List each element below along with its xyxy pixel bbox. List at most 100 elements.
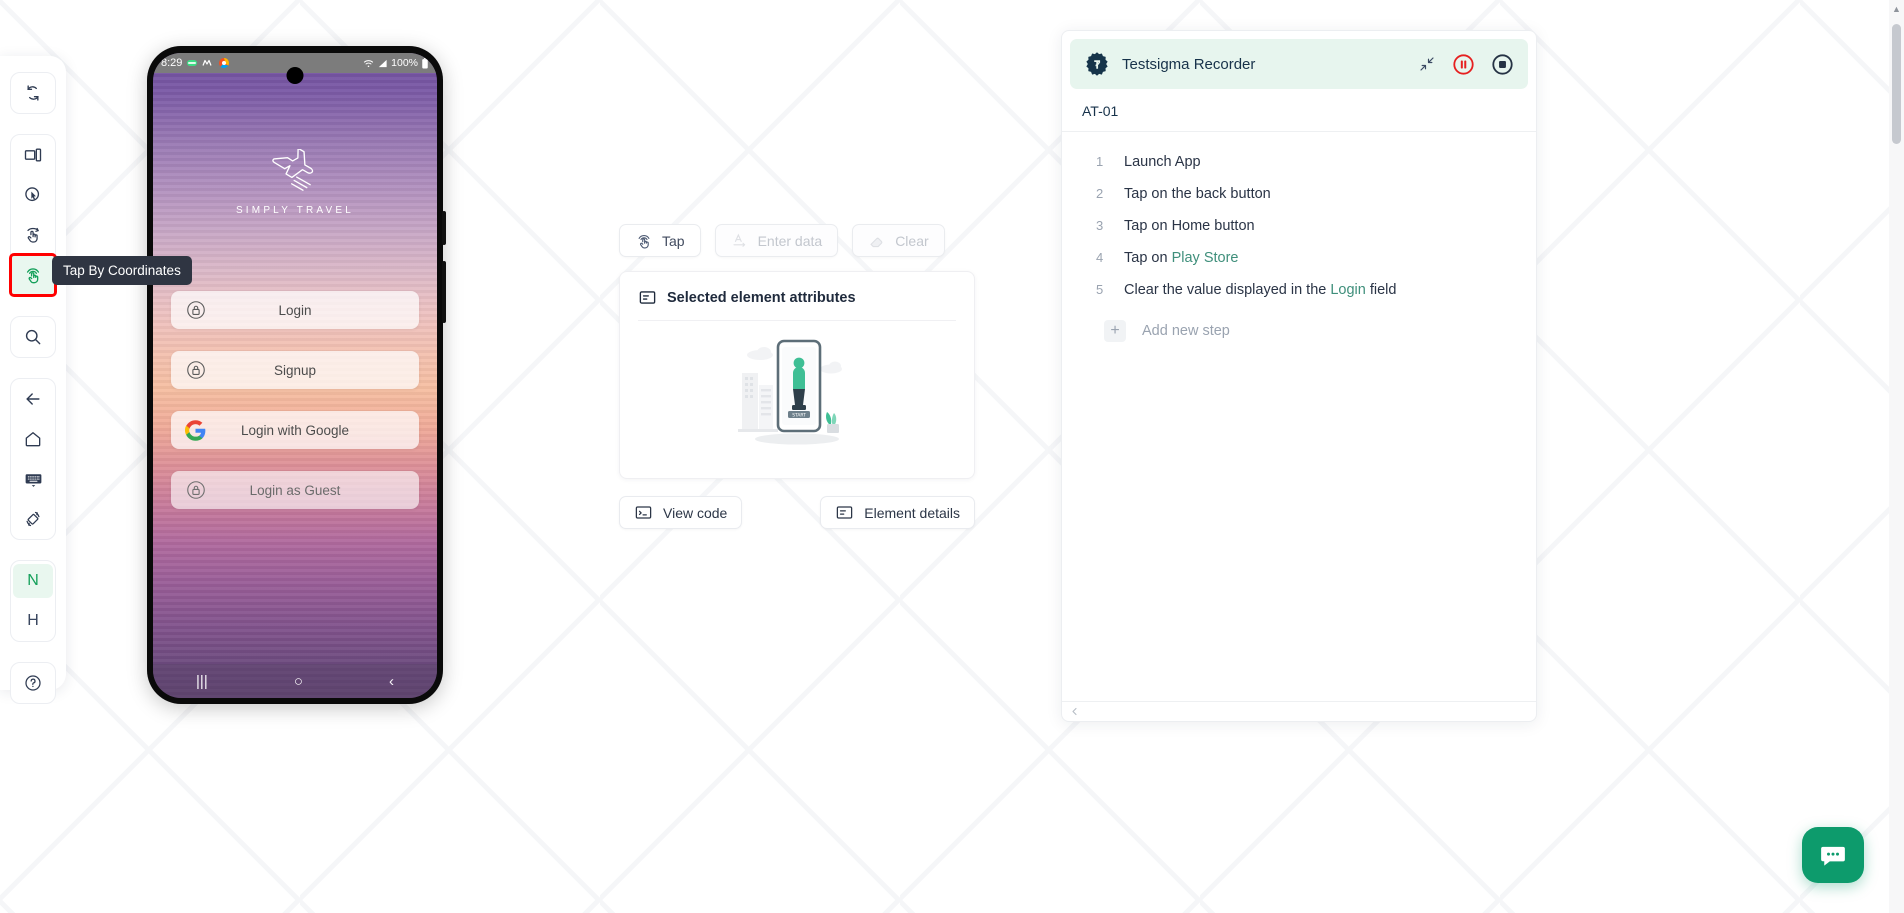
hybrid-toggle[interactable]: H xyxy=(11,601,55,641)
tap-action-button[interactable]: Tap xyxy=(619,224,701,257)
attributes-card-header: Selected element attributes xyxy=(638,272,956,321)
step-text: Tap on the back button xyxy=(1124,186,1271,202)
notification-icon-2 xyxy=(202,59,212,66)
pause-icon[interactable] xyxy=(1452,53,1475,76)
app-logo: SIMPLY TRAVEL xyxy=(153,149,437,216)
rotate-icon[interactable] xyxy=(11,499,55,539)
step-number: 1 xyxy=(1096,154,1104,169)
rail-group-context-toggle: N H xyxy=(10,560,56,642)
app-button-signup-label: Signup xyxy=(273,362,317,378)
step-text-highlight: Play Store xyxy=(1171,250,1239,266)
app-button-login[interactable]: Login xyxy=(171,291,419,329)
stop-icon[interactable] xyxy=(1491,53,1514,76)
selected-element-attributes-card: Selected element attributes START xyxy=(619,271,975,479)
refresh-icon[interactable] xyxy=(11,73,55,113)
tap-action-label: Tap xyxy=(662,232,685,249)
scroll-up-arrow[interactable]: ▲ xyxy=(1892,0,1901,18)
recents-button[interactable]: ||| xyxy=(196,673,208,690)
enter-data-action-button[interactable]: Enter data xyxy=(714,224,839,257)
swipe-icon[interactable] xyxy=(11,215,55,255)
device-screen-icon[interactable] xyxy=(11,135,55,175)
mobile-testing-illustration: START xyxy=(620,321,974,449)
step-text-plain: Tap on xyxy=(1124,250,1172,266)
step-text-tail: field xyxy=(1365,282,1397,298)
table-row[interactable]: 1 Launch App xyxy=(1062,146,1536,178)
app-login-buttons: Login Signup Login with Google Login as … xyxy=(171,291,419,509)
tap-by-coordinates-icon[interactable] xyxy=(9,253,57,297)
rail-group-interactions xyxy=(9,134,57,297)
step-text: Launch App xyxy=(1124,154,1201,170)
clear-action-button[interactable]: Clear xyxy=(852,224,945,257)
app-button-login-google[interactable]: Login with Google xyxy=(171,411,419,449)
attributes-card-title: Selected element attributes xyxy=(667,289,856,306)
rail-group-refresh xyxy=(10,72,56,114)
step-number: 2 xyxy=(1096,186,1104,201)
keyboard-icon[interactable] xyxy=(11,459,55,499)
page-scrollbar[interactable]: ▲ xyxy=(1889,0,1904,913)
details-icon xyxy=(837,506,853,519)
chat-button[interactable] xyxy=(1802,827,1864,883)
recorder-title: Testsigma Recorder xyxy=(1122,55,1256,73)
app-button-login-guest-label: Login as Guest xyxy=(249,482,341,498)
chat-icon xyxy=(1821,846,1845,866)
back-icon[interactable] xyxy=(11,379,55,419)
search-icon[interactable] xyxy=(11,317,55,357)
step-number: 3 xyxy=(1096,218,1104,233)
recorder-footer-scrollbar[interactable] xyxy=(1062,701,1536,721)
element-details-label: Element details xyxy=(864,504,960,521)
element-details-button[interactable]: Element details xyxy=(820,496,975,529)
test-case-name: AT-01 xyxy=(1062,89,1536,132)
home-button[interactable]: ○ xyxy=(294,673,303,690)
table-row[interactable]: 5 Clear the value displayed in the Login… xyxy=(1062,274,1536,306)
collapse-icon[interactable] xyxy=(1418,55,1436,73)
battery-percent: 100% xyxy=(391,57,418,69)
notification-icon-3 xyxy=(219,58,230,69)
enter-data-action-label: Enter data xyxy=(757,232,823,249)
wifi-icon xyxy=(364,59,374,67)
rail-group-device-keys xyxy=(10,378,56,540)
back-button[interactable]: ‹ xyxy=(389,673,394,690)
help-icon[interactable] xyxy=(11,663,55,703)
hybrid-toggle-label: H xyxy=(27,612,39,629)
native-toggle[interactable]: N xyxy=(11,561,55,601)
app-root: N H Tap By Coordinates 8:29 100% SIMPLY … xyxy=(0,0,1904,913)
camera-notch xyxy=(286,67,304,84)
add-new-step-button[interactable]: + Add new step xyxy=(1062,306,1536,350)
step-text: Tap on Home button xyxy=(1124,218,1255,234)
step-text-plain: Clear the value displayed in the xyxy=(1124,282,1331,298)
svg-text:START: START xyxy=(792,413,806,419)
battery-icon xyxy=(422,57,428,68)
airplane-icon xyxy=(272,149,314,191)
step-number: 5 xyxy=(1096,282,1104,297)
view-code-button[interactable]: View code xyxy=(619,496,743,529)
step-number: 4 xyxy=(1096,250,1104,265)
signal-icon xyxy=(378,59,387,67)
test-steps-list: 1 Launch App 2 Tap on the back button 3 … xyxy=(1062,132,1536,701)
native-toggle-label: N xyxy=(13,564,53,598)
table-row[interactable]: 4 Tap on Play Store xyxy=(1062,242,1536,274)
step-text: Tap on Play Store xyxy=(1124,250,1238,266)
text-input-icon xyxy=(733,233,745,247)
app-button-signup[interactable]: Signup xyxy=(171,351,419,389)
tap-icon xyxy=(638,234,650,248)
app-button-login-guest[interactable]: Login as Guest xyxy=(171,471,419,509)
recorder-header: Testsigma Recorder xyxy=(1070,39,1528,89)
chevron-left-icon[interactable] xyxy=(1070,707,1079,716)
recorder-header-actions xyxy=(1418,53,1514,76)
app-button-login-google-label: Login with Google xyxy=(240,422,350,438)
element-detail-buttons: View code Element details xyxy=(619,496,975,529)
home-icon[interactable] xyxy=(11,419,55,459)
element-action-toolbar: Tap Enter data Clear xyxy=(619,224,945,257)
view-code-label: View code xyxy=(663,504,728,521)
app-button-login-label: Login xyxy=(278,302,312,318)
tooltip-tap-by-coordinates: Tap By Coordinates xyxy=(52,256,192,285)
add-new-step-label: Add new step xyxy=(1142,323,1230,339)
table-row[interactable]: 3 Tap on Home button xyxy=(1062,210,1536,242)
inspect-element-icon[interactable] xyxy=(11,175,55,215)
device-mockup: 8:29 100% SIMPLY TRAVEL Login Signup Log… xyxy=(147,46,446,704)
testsigma-gear-icon xyxy=(1086,52,1108,76)
scrollbar-thumb[interactable] xyxy=(1892,24,1901,144)
table-row[interactable]: 2 Tap on the back button xyxy=(1062,178,1536,210)
device-screen[interactable]: 8:29 100% SIMPLY TRAVEL Login Signup Log… xyxy=(153,53,437,698)
eraser-icon xyxy=(870,237,883,247)
